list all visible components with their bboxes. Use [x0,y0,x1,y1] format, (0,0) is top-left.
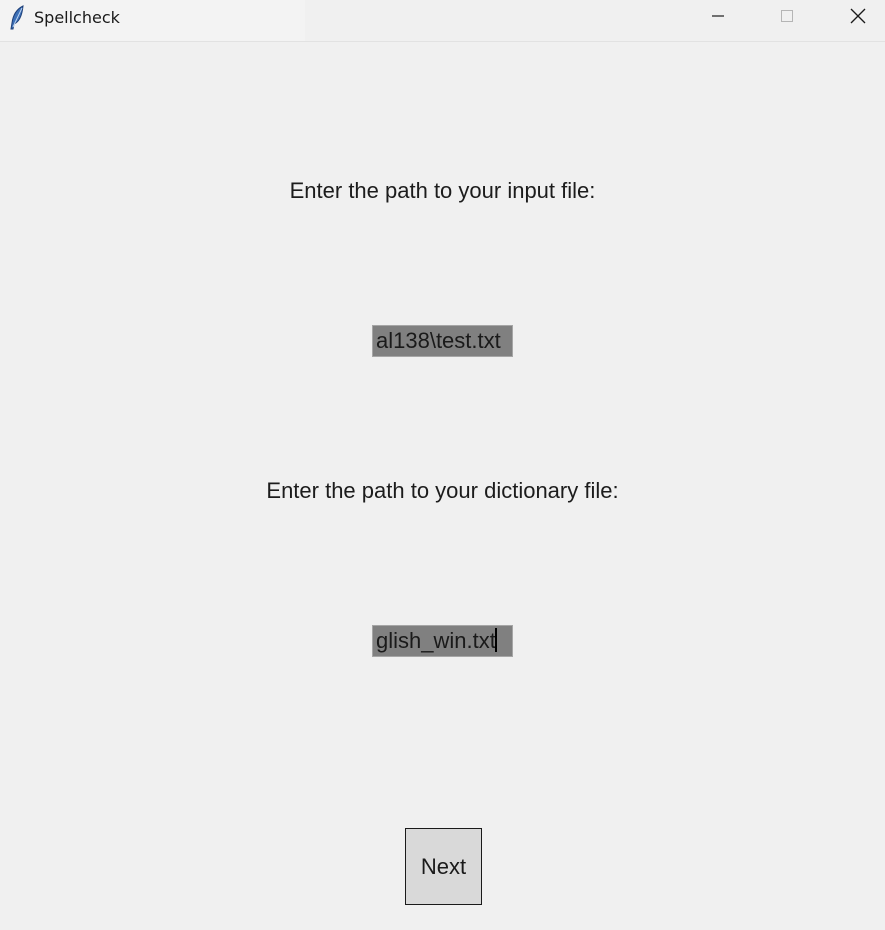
dictionary-file-label: Enter the path to your dictionary file: [266,478,619,503]
minimize-icon [711,9,725,28]
close-button[interactable] [835,0,881,36]
dictionary-file-value: glish_win.txt [376,628,496,653]
window-title: Spellcheck [34,8,120,27]
maximize-button[interactable] [764,0,810,36]
input-file-label: Enter the path to your input file: [289,178,596,203]
title-bar[interactable]: Spellcheck [0,0,885,42]
feather-icon [8,5,26,31]
maximize-icon [780,9,794,28]
minimize-button[interactable] [695,0,741,36]
close-icon [850,8,866,29]
spellcheck-window: Spellcheck Enter the path to your input … [0,0,885,930]
dictionary-file-field[interactable]: glish_win.txt [372,625,513,657]
next-button[interactable]: Next [405,828,482,905]
input-file-value: al138\test.txt [376,328,501,353]
input-file-field[interactable]: al138\test.txt [372,325,513,357]
text-caret [494,628,497,653]
